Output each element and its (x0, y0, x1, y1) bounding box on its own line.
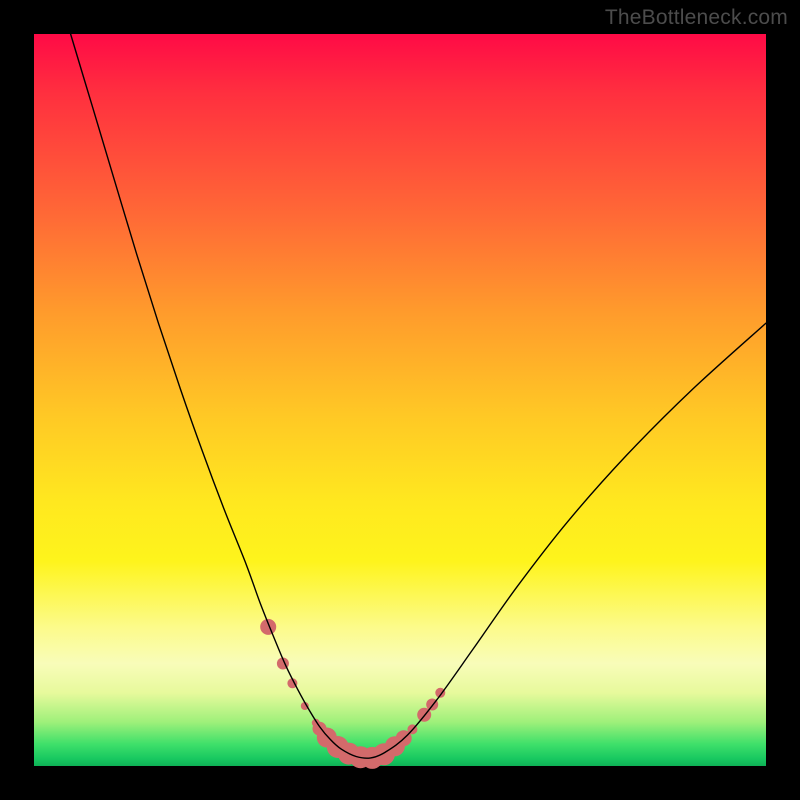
highlight-dot (260, 619, 276, 635)
chart-frame: TheBottleneck.com (0, 0, 800, 800)
chart-svg (34, 34, 766, 766)
bottleneck-curve-path (71, 34, 766, 758)
marker-group (260, 619, 445, 769)
watermark-text: TheBottleneck.com (605, 6, 788, 30)
